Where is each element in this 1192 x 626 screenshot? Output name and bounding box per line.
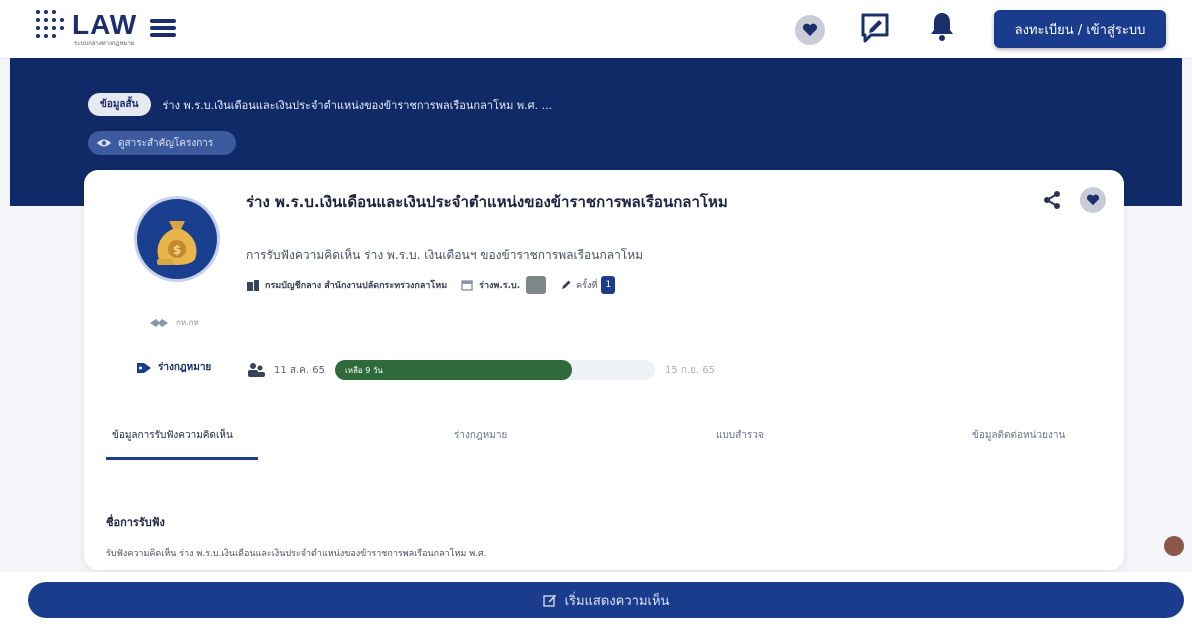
login-register-button[interactable]: ลงทะเบียน / เข้าสู่ระบบ: [994, 10, 1166, 48]
ministry-mark: กห.กห: [148, 316, 199, 329]
tag-icon: [137, 362, 151, 373]
progress-bar: เหลือ 9 วัน: [334, 360, 655, 380]
start-comment-label: เริ่มแสดงความเห็น: [564, 593, 670, 609]
tab-survey[interactable]: แบบสำรวจ: [716, 428, 764, 443]
people-icon: [248, 363, 265, 377]
law-tag-label: ร่างกฎหมาย: [158, 362, 212, 373]
breadcrumb-pill[interactable]: ข้อมูลสั้น: [88, 93, 151, 116]
svg-text:$: $: [173, 243, 181, 257]
breadcrumb-current: ร่าง พ.ร.บ.เงินเดือนและเงินประจำตำแหน่งข…: [162, 98, 553, 112]
project-avatar: $: [134, 196, 220, 282]
section-heading: ชื่อการรับฟัง: [106, 516, 165, 529]
logo-text: LAW: [72, 9, 138, 40]
active-tab-indicator: [106, 457, 258, 460]
type-badge: [526, 276, 547, 294]
tab-draft-law[interactable]: ร่างกฎหมาย: [454, 428, 507, 443]
emblem-icon: [150, 318, 168, 327]
section-body: รับฟังความคิดเห็น ร่าง พ.ร.บ.เงินเดือนแล…: [106, 549, 487, 559]
project-title: ร่าง พ.ร.บ.เงินเดือนและเงินประจำตำแหน่งข…: [246, 193, 728, 211]
remaining-days: เหลือ 9 วัน: [344, 366, 383, 375]
ministry-mark-label: กห.กห: [176, 318, 199, 327]
tab-bar: ข้อมูลการรับฟังความคิดเห็น ร่างกฎหมาย แบ…: [106, 428, 1096, 458]
building-icon: [247, 280, 259, 291]
logo-dots-icon: [34, 8, 66, 42]
comment-period: 11 ส.ค. 65 เหลือ 9 วัน 15 ก.ย. 65: [246, 360, 715, 380]
bottom-action-bar: เริ่มแสดงความเห็น: [0, 572, 1192, 626]
law-type-label: ร่างพ.ร.บ.: [479, 281, 521, 291]
eye-icon: [97, 139, 111, 147]
period-end: 15 ก.ย. 65: [664, 364, 716, 376]
period-start: 11 ส.ค. 65: [274, 364, 325, 376]
share-icon[interactable]: [1042, 190, 1062, 214]
breadcrumb: ข้อมูลสั้น ร่าง พ.ร.บ.เงินเดือนและเงินปร…: [88, 93, 552, 116]
floating-help-button[interactable]: [1164, 536, 1184, 556]
money-bag-icon: $: [157, 221, 197, 265]
project-card: $ กห.กห ร่าง พ.ร.บ.เงินเดือนและเงินประจำ…: [84, 170, 1124, 570]
project-meta: กรมบัญชีกลาง สำนักงานปลัดกระทรวงกลาโหม ร…: [246, 276, 616, 294]
top-navbar: LAW ระบบกลางทางกฎหมาย ลงทะเบียน / เข้าสู…: [0, 0, 1192, 59]
overview-button[interactable]: ดูสาระสำคัญโครงการ: [88, 131, 236, 155]
hamburger-icon[interactable]: [150, 19, 176, 37]
tab-contact[interactable]: ข้อมูลติดต่อหน่วยงาน: [972, 428, 1065, 443]
law-tag[interactable]: ร่างกฎหมาย: [136, 360, 211, 375]
round-badge: 1: [601, 276, 616, 294]
edit-icon: [542, 595, 556, 607]
law-logo[interactable]: LAW ระบบกลางทางกฎหมาย: [34, 8, 138, 47]
bell-icon[interactable]: [929, 11, 955, 47]
chat-edit-icon[interactable]: [860, 12, 890, 48]
heart-icon: [1086, 194, 1100, 206]
favorite-button[interactable]: [795, 15, 825, 45]
calendar-icon: [461, 280, 473, 291]
overview-label: ดูสาระสำคัญโครงการ: [118, 137, 214, 149]
logo-subtitle: ระบบกลางทางกฎหมาย: [74, 40, 135, 47]
project-subtitle: การรับฟังความคิดเห็น ร่าง พ.ร.บ. เงินเดื…: [246, 248, 644, 262]
agency-name[interactable]: กรมบัญชีกลาง สำนักงานปลัดกระทรวงกลาโหม: [265, 278, 447, 292]
card-favorite-button[interactable]: [1080, 187, 1106, 213]
start-comment-button[interactable]: เริ่มแสดงความเห็น: [28, 582, 1184, 618]
tab-info[interactable]: ข้อมูลการรับฟังความคิดเห็น: [112, 428, 233, 443]
round-label: ครั้งที่: [576, 281, 598, 291]
pencil-icon: [562, 280, 571, 289]
heart-icon: [802, 23, 818, 36]
